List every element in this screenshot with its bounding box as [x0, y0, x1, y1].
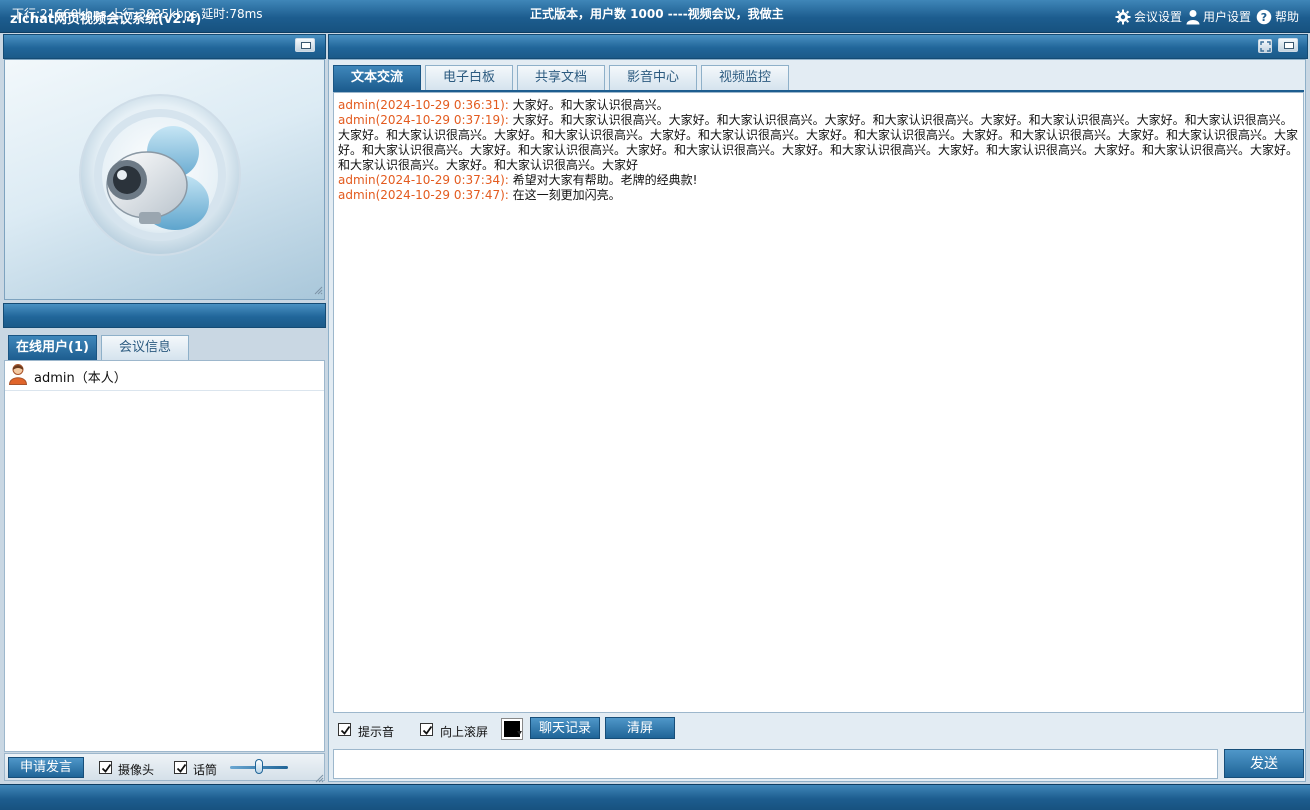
gear-icon [1115, 9, 1131, 25]
scroll-up-label: 向上滚屏 [440, 725, 489, 739]
font-color-picker[interactable] [501, 718, 523, 740]
local-video-panel[interactable] [4, 59, 325, 300]
chat-message: admin(2024-10-29 0:36:31): 大家好。和大家认识很高兴。 [338, 98, 1299, 113]
tab-meeting-info[interactable]: 会议信息 [101, 335, 189, 360]
tab-whiteboard[interactable]: 电子白板 [425, 65, 513, 90]
list-item[interactable]: admin（本人） [5, 361, 324, 391]
clear-screen-button[interactable]: 清屏 [605, 717, 675, 739]
resize-grip-icon[interactable] [314, 284, 323, 298]
camera-label: 摄像头 [118, 763, 155, 777]
message-sender: admin(2024-10-29 0:37:47): [338, 188, 509, 202]
chat-message: admin(2024-10-29 0:37:19): 大家好。和大家认识很高兴。… [338, 113, 1299, 173]
main-window-toggle-button[interactable] [1278, 38, 1298, 52]
message-text: 希望对大家有帮助。老牌的经典款! [508, 173, 698, 187]
video-window-toggle-button[interactable] [295, 38, 315, 52]
user-icon [8, 363, 28, 388]
chat-message: admin(2024-10-29 0:37:47): 在这一刻更加闪亮。 [338, 188, 1299, 203]
dropdown-arrow-icon [517, 725, 522, 739]
user-settings-link[interactable]: 用户设置 [1186, 8, 1251, 25]
message-sender: admin(2024-10-29 0:37:19): [338, 113, 509, 127]
help-label: 帮助 [1275, 10, 1300, 24]
tab-text-chat[interactable]: 文本交流 [333, 65, 421, 90]
status-bar [0, 784, 1310, 810]
camera-checkbox[interactable] [99, 761, 112, 774]
chat-history-button[interactable]: 聊天记录 [530, 717, 600, 739]
network-stats: 下行:21660kbps 上行:3835kbps 延时:78ms [12, 7, 263, 21]
online-user-list: admin（本人） [4, 360, 325, 752]
user-icon [1186, 9, 1200, 25]
volume-slider-thumb[interactable] [255, 759, 263, 774]
help-icon: ? [1256, 9, 1272, 25]
webcam-icon [75, 90, 245, 263]
tab-online-users[interactable]: 在线用户(1) [8, 335, 97, 360]
video-panel-header [3, 34, 326, 59]
scroll-up-checkbox[interactable] [420, 723, 433, 736]
sound-alert-label: 提示音 [358, 725, 395, 739]
message-sender: admin(2024-10-29 0:37:34): [338, 173, 509, 187]
user-name: admin（本人） [34, 371, 127, 386]
meeting-settings-label: 会议设置 [1134, 10, 1183, 24]
window-icon [1284, 42, 1294, 49]
chat-message-area[interactable]: admin(2024-10-29 0:36:31): 大家好。和大家认识很高兴。… [333, 92, 1304, 713]
help-link[interactable]: ? 帮助 [1256, 8, 1299, 25]
tab-shared-docs[interactable]: 共享文档 [517, 65, 605, 90]
sound-alert-checkbox[interactable] [338, 723, 351, 736]
main-panel-header [328, 34, 1308, 59]
fullscreen-icon [1260, 41, 1271, 55]
window-icon [301, 42, 311, 49]
version-info: 正式版本，用户数 1000 ----视频会议，我做主 [530, 7, 784, 21]
chat-message-list: admin(2024-10-29 0:36:31): 大家好。和大家认识很高兴。… [334, 93, 1303, 203]
svg-text:?: ? [1261, 11, 1267, 24]
user-panel-header [3, 303, 326, 328]
message-sender: admin(2024-10-29 0:36:31): [338, 98, 509, 112]
mic-label: 话筒 [193, 763, 218, 777]
user-settings-label: 用户设置 [1203, 10, 1252, 24]
chat-input[interactable] [333, 749, 1218, 779]
mic-checkbox[interactable] [174, 761, 187, 774]
meeting-settings-link[interactable]: 会议设置 [1115, 8, 1182, 25]
fullscreen-button[interactable] [1258, 39, 1272, 53]
chat-message: admin(2024-10-29 0:37:34): 希望对大家有帮助。老牌的经… [338, 173, 1299, 188]
send-button[interactable]: 发送 [1224, 749, 1304, 778]
message-text: 大家好。和大家认识很高兴。 [508, 98, 669, 112]
tab-video-monitor[interactable]: 视频监控 [701, 65, 789, 90]
message-text: 在这一刻更加闪亮。 [508, 188, 621, 202]
tab-media-center[interactable]: 影音中心 [609, 65, 697, 90]
request-speak-button[interactable]: 申请发言 [8, 757, 84, 778]
